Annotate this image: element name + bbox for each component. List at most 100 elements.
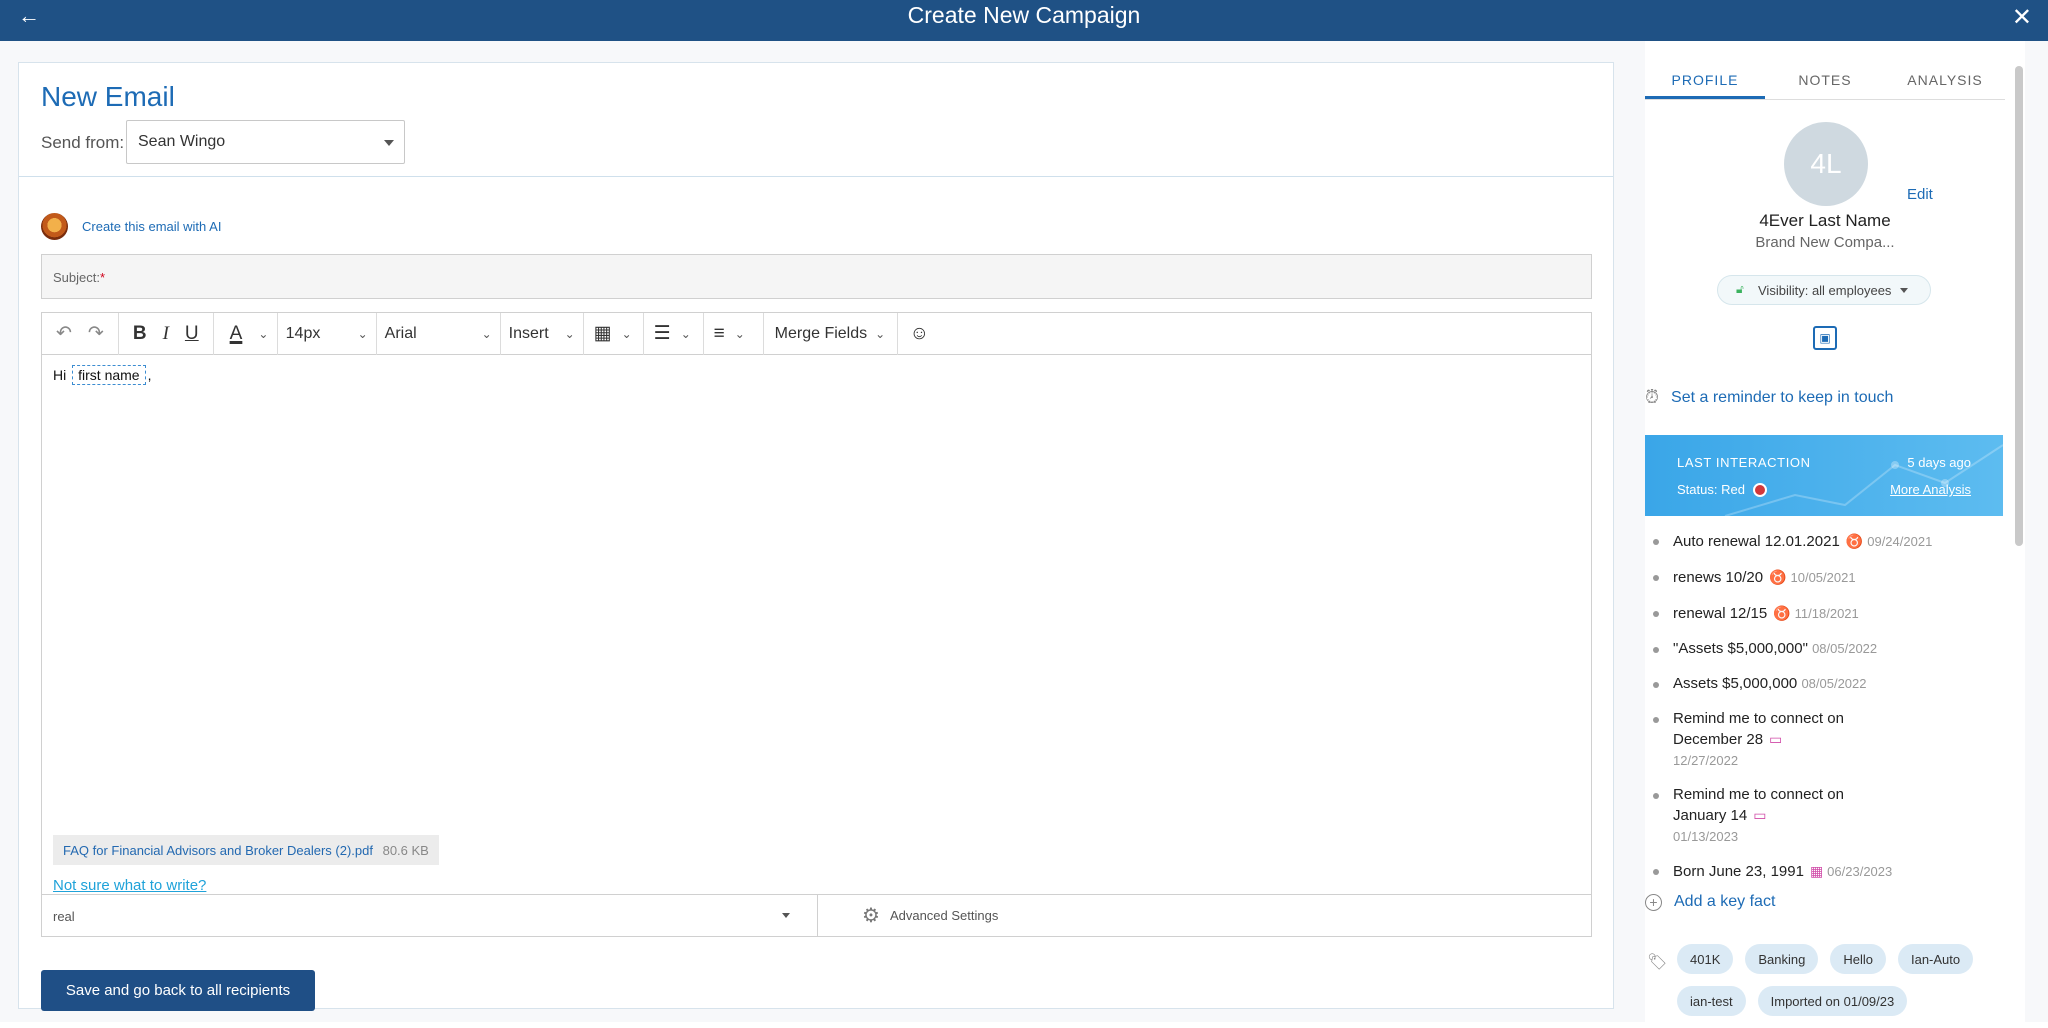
fact-date: 11/18/2021 (1794, 606, 1859, 621)
greeting-text: Hi (53, 367, 67, 383)
redo-icon[interactable]: ↷ (88, 322, 104, 345)
list-item[interactable]: renewal 12/15 ♉ 11/18/2021 (1645, 603, 2005, 624)
last-interaction-label: LAST INTERACTION (1677, 455, 1811, 470)
chevron-down-icon (384, 140, 394, 146)
list-item[interactable]: Born June 23, 1991 ▦ 06/23/2023 (1645, 861, 2005, 882)
alarm-clock-icon: ⏰︎ (1645, 387, 1660, 407)
advanced-settings-button[interactable]: ⚙ Advanced Settings (818, 895, 1042, 936)
list-item[interactable]: Remind me to connect on January 14 ▭ 01/13… (1645, 785, 1865, 846)
list-item[interactable]: Remind me to connect on December 28 ▭ 12/2… (1645, 709, 1865, 770)
fact-date: 06/23/2023 (1827, 864, 1893, 879)
chevron-down-icon (1900, 288, 1908, 293)
template-select[interactable]: real (42, 895, 818, 937)
editor-footer: real ⚙ Advanced Settings (42, 894, 1591, 937)
fact-text: Auto renewal 12.01.2021 (1673, 533, 1840, 550)
birthday-gift-icon: ♉ (1845, 533, 1864, 549)
merge-field-first-name[interactable]: first name (72, 365, 146, 385)
set-reminder-link[interactable]: ⏰︎ Set a reminder to keep in touch (1645, 387, 1893, 408)
align-button[interactable]: ≡ ⌄ (704, 312, 764, 355)
list-button[interactable]: ☰ ⌄ (644, 312, 704, 355)
tag-chip[interactable]: Hello (1830, 944, 1886, 974)
table-icon: ▦ (593, 323, 612, 344)
greeting-comma: , (147, 367, 152, 383)
send-from-select[interactable]: Sean Wingo (126, 120, 405, 164)
avatar: 4L (1784, 122, 1868, 206)
advanced-settings-label: Advanced Settings (889, 908, 999, 923)
emoji-icon: ☺ (909, 322, 930, 344)
birthday-gift-icon: ♉ (1769, 569, 1787, 585)
tag-icon: 🏷︎ (1647, 954, 1668, 971)
close-icon[interactable]: ✕ (2012, 3, 2032, 32)
editor-body[interactable]: Hi first name, FAQ for Financial Advisor… (42, 355, 1591, 895)
tab-notes[interactable]: NOTES (1765, 68, 1885, 99)
key-facts-list: Auto renewal 12.01.2021 ♉ 09/24/2021 renew… (1645, 531, 2005, 897)
insert-label: Insert (508, 324, 549, 342)
chevron-down-icon: ⌄ (680, 326, 691, 341)
contact-name: 4Ever Last Name (1759, 211, 1891, 230)
profile-panel: PROFILE NOTES ANALYSIS 4L Edit 4Ever Las… (1645, 41, 2025, 1022)
subject-field[interactable]: Subject:* (41, 254, 1592, 299)
list-item[interactable]: Assets $5,000,000 08/05/2022 (1645, 674, 2005, 694)
chevron-down-icon: ⌄ (734, 326, 745, 341)
calendar-icon: ▭ (1753, 807, 1767, 823)
font-size-select[interactable]: 14px ⌄ (278, 312, 377, 355)
email-title: New Email (41, 81, 175, 112)
tag-chip[interactable]: ian-test (1677, 986, 1746, 1016)
fact-date: 09/24/2021 (1867, 534, 1933, 549)
merge-fields-menu[interactable]: Merge Fields ⌄ (764, 312, 898, 355)
page-body: New Email Send from: Sean Wingo Create t… (0, 41, 2048, 1022)
font-family-select[interactable]: Arial ⌄ (377, 312, 501, 355)
fact-date: 08/05/2022 (1801, 676, 1867, 691)
list-item[interactable]: Auto renewal 12.01.2021 ♉ 09/24/2021 (1645, 531, 2005, 552)
tag-chip[interactable]: Ian-Auto (1897, 944, 1974, 974)
help-writing-link[interactable]: Not sure what to write? (53, 877, 206, 894)
insert-menu[interactable]: Insert ⌄ (501, 312, 584, 355)
create-with-ai-link[interactable]: Create this email with AI (82, 219, 221, 234)
last-interaction-time: 5 days ago (1907, 455, 1971, 470)
more-analysis-link[interactable]: More Analysis (1890, 482, 1971, 497)
save-and-back-button[interactable]: Save and go back to all recipients (41, 970, 315, 1011)
fact-text: renews 10/20 (1673, 569, 1764, 586)
bold-icon[interactable]: B (133, 323, 147, 345)
italic-icon[interactable]: I (163, 323, 169, 345)
list-item[interactable]: "Assets $5,000,000" 08/05/2022 (1645, 639, 2005, 659)
fact-text: Assets $5,000,000 (1673, 675, 1798, 692)
fact-date: 08/05/2022 (1812, 641, 1878, 656)
table-button[interactable]: ▦ ⌄ (584, 312, 644, 355)
edit-profile-link[interactable]: Edit (1907, 186, 1933, 203)
tag-chip[interactable]: Imported on 01/09/23 (1757, 986, 1908, 1016)
status-dot (1752, 483, 1767, 497)
add-key-fact-button[interactable]: + Add a key fact (1645, 893, 1775, 911)
tab-profile[interactable]: PROFILE (1645, 68, 1765, 99)
lock-icon: 🔓︎ (1736, 282, 1744, 296)
gear-icon: ⚙ (862, 905, 880, 927)
fact-text: renewal 12/15 (1673, 605, 1768, 622)
send-from-label: Send from: (41, 133, 125, 152)
tag-chip[interactable]: Banking (1745, 944, 1819, 974)
underline-icon[interactable]: U (185, 323, 199, 345)
tab-analysis[interactable]: ANALYSIS (1885, 68, 2005, 99)
undo-icon[interactable]: ↶ (56, 322, 72, 345)
ai-create-row[interactable]: Create this email with AI (41, 211, 221, 241)
required-asterisk: * (99, 270, 106, 285)
body-text: Hi first name, (53, 365, 152, 385)
list-icon: ☰ (653, 323, 671, 344)
emoji-button[interactable]: ☺ (898, 313, 941, 355)
attachment-name[interactable]: FAQ for Financial Advisors and Broker De… (63, 843, 373, 858)
visibility-label: Visibility: all employees (1758, 283, 1892, 298)
scrollbar-thumb[interactable] (2015, 66, 2023, 546)
list-item[interactable]: renews 10/20 ♉ 10/05/2021 (1645, 567, 2005, 588)
business-card-icon[interactable]: ▣ (1813, 326, 1837, 350)
scrollbar[interactable] (2015, 66, 2025, 546)
editor-toolbar: ↶ ↷ B I U A ⌄ 14px ⌄ Arial ⌄ Insert ⌄ ▦ … (42, 312, 1591, 355)
email-editor-card: New Email Send from: Sean Wingo Create t… (18, 62, 1614, 1011)
attachment-chip[interactable]: FAQ for Financial Advisors and Broker De… (53, 835, 439, 865)
top-bar: ← Create New Campaign ✕ (0, 0, 2048, 41)
add-key-fact-label: Add a key fact (1674, 893, 1776, 910)
tag-chip[interactable]: 401K (1677, 944, 1734, 974)
chevron-down-icon: ⌄ (481, 326, 492, 341)
visibility-dropdown[interactable]: 🔓︎ Visibility: all employees (1717, 275, 1931, 305)
fact-date: 10/05/2021 (1790, 570, 1856, 585)
font-color-button[interactable]: A ⌄ (214, 312, 278, 355)
fact-text: Born June 23, 1991 (1673, 863, 1804, 880)
